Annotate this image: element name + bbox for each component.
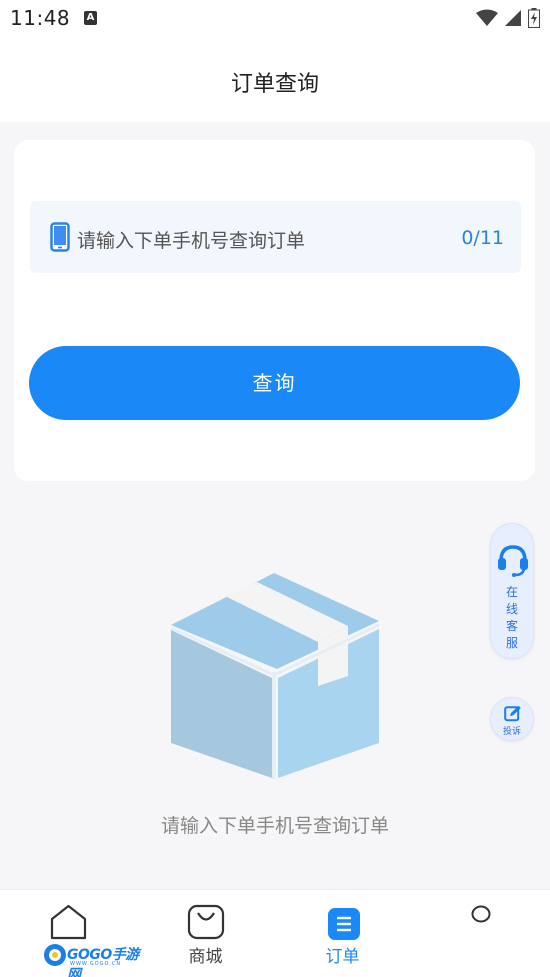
tab-order[interactable]: 订单 xyxy=(274,890,411,977)
shopping-bag-icon xyxy=(187,904,225,940)
page-title: 订单查询 xyxy=(230,72,319,97)
home-icon xyxy=(50,904,87,940)
notification-icon: A xyxy=(84,11,97,25)
tab-profile[interactable] xyxy=(411,890,548,977)
profile-icon xyxy=(471,905,491,923)
order-search-card: 请输入下单手机号查询订单 0/11 查询 xyxy=(14,140,535,481)
query-button[interactable]: 查询 xyxy=(29,346,520,420)
wifi-icon xyxy=(476,9,498,26)
title-bar: 订单查询 xyxy=(0,38,550,122)
phone-icon xyxy=(50,222,70,252)
tab-order-label: 订单 xyxy=(325,947,360,967)
watermark-url: WWW.GOGO.CN xyxy=(70,961,122,967)
empty-box-icon xyxy=(170,573,380,779)
tab-mall[interactable]: 商城 xyxy=(137,890,274,977)
empty-state-message: 请输入下单手机号查询订单 xyxy=(160,815,389,837)
status-bar: 11:48 A xyxy=(0,0,550,38)
battery-icon xyxy=(528,8,540,28)
phone-input[interactable]: 请输入下单手机号查询订单 0/11 xyxy=(30,201,521,273)
phone-input-placeholder: 请输入下单手机号查询订单 xyxy=(77,230,306,252)
input-length-counter: 0/11 xyxy=(461,227,504,249)
online-service-button[interactable]: 在线客服 xyxy=(490,523,534,659)
site-watermark: GOGO手游网 WWW.GOGO.CN xyxy=(42,942,150,977)
order-list-icon xyxy=(328,908,360,940)
signal-icon xyxy=(505,10,521,26)
status-time: 11:48 xyxy=(10,6,71,30)
edit-icon xyxy=(504,705,521,722)
tab-mall-label: 商城 xyxy=(188,947,223,967)
headset-icon xyxy=(498,545,528,577)
complaint-label: 投诉 xyxy=(502,727,521,737)
online-service-label: 在线客服 xyxy=(505,585,518,650)
status-icons xyxy=(476,8,540,28)
watermark-logo-icon xyxy=(44,944,66,966)
complaint-button[interactable]: 投诉 xyxy=(490,697,534,741)
